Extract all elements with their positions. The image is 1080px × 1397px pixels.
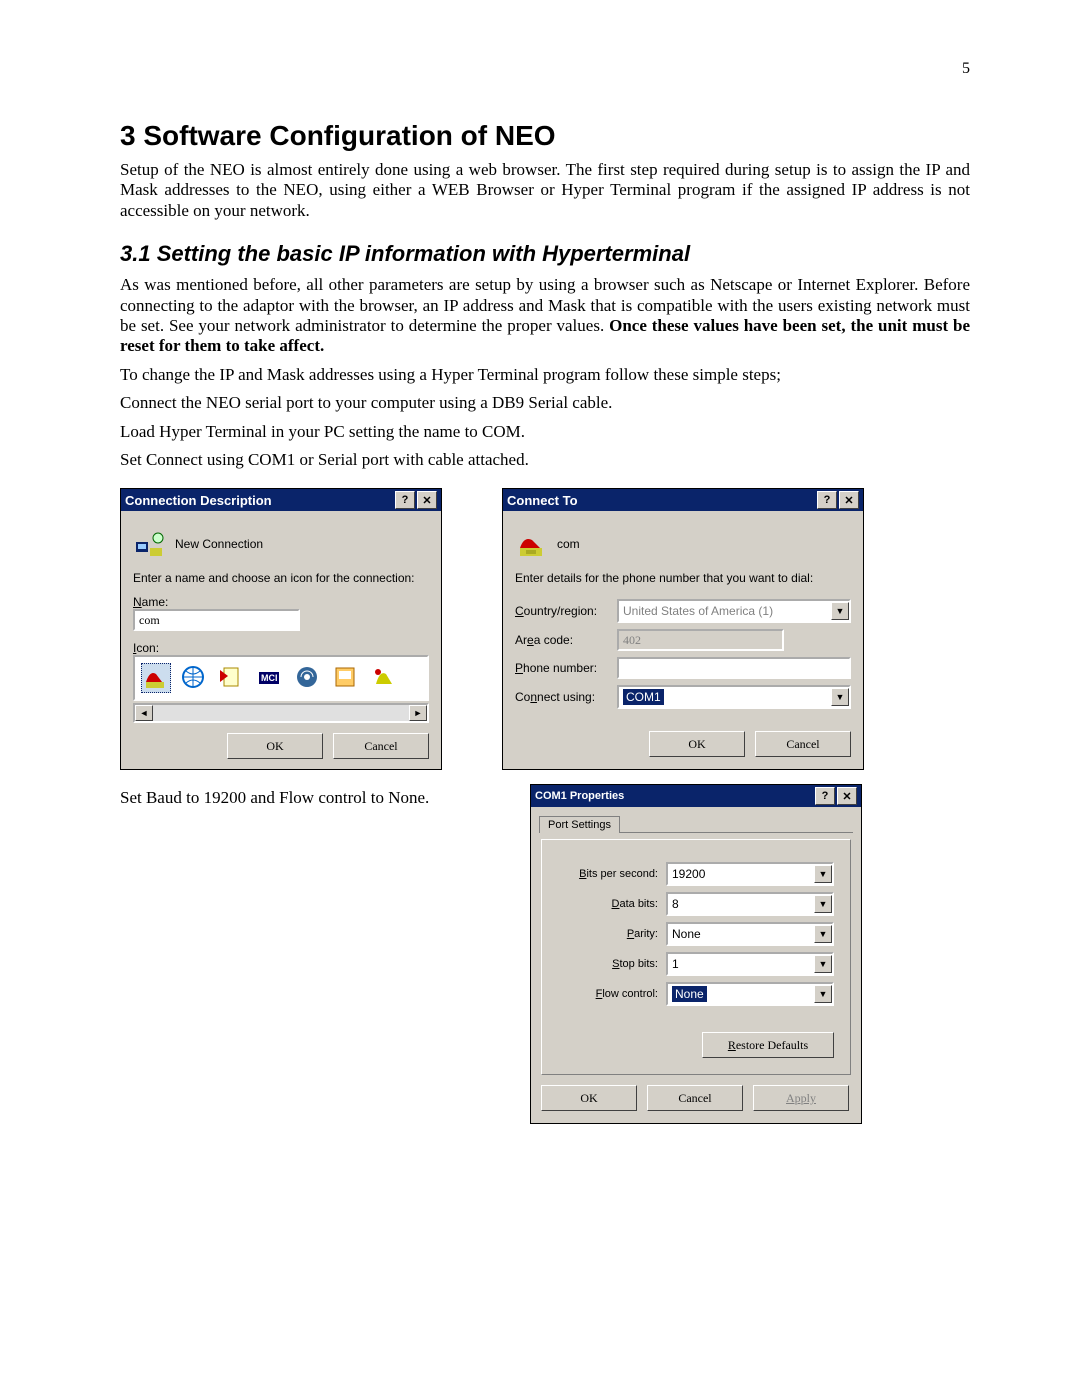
- icon-option-7[interactable]: [369, 663, 399, 693]
- icon-scrollbar[interactable]: ◄ ►: [133, 703, 429, 723]
- dialog-connect-to: Connect To ? ✕ com Enter details for the…: [502, 488, 864, 770]
- cancel-button[interactable]: Cancel: [755, 731, 851, 757]
- country-select[interactable]: United States of America (1) ▼: [617, 599, 851, 623]
- help-icon[interactable]: ?: [817, 491, 837, 509]
- stop-value: 1: [672, 957, 679, 971]
- connect-label: Connect using:: [515, 690, 609, 704]
- titlebar-title: COM1 Properties: [535, 790, 624, 802]
- chevron-down-icon[interactable]: ▼: [814, 955, 832, 973]
- phone-label: Phone number:: [515, 661, 609, 675]
- bits-value: 19200: [672, 867, 705, 881]
- connection-icon: [133, 527, 167, 561]
- parity-select[interactable]: None ▼: [666, 922, 834, 946]
- dialog-com1-properties: COM1 Properties ? ✕ Port Settings Bits p…: [530, 784, 862, 1124]
- parity-value: None: [672, 927, 701, 941]
- bits-select[interactable]: 19200 ▼: [666, 862, 834, 886]
- apply-label: Apply: [786, 1091, 816, 1106]
- step-1: To change the IP and Mask addresses usin…: [120, 365, 970, 385]
- page-number: 5: [962, 60, 970, 78]
- heading-chapter: 3 Software Configuration of NEO: [120, 120, 970, 152]
- country-label: Country/region:: [515, 604, 609, 618]
- stop-label: Stop bits:: [558, 958, 658, 970]
- parity-label: Parity:: [558, 928, 658, 940]
- icon-label: Icon:: [133, 641, 429, 655]
- data-value: 8: [672, 897, 679, 911]
- flow-value: None: [672, 986, 707, 1002]
- dialog-connection-description: Connection Description ? ✕ New Connectio…: [120, 488, 442, 770]
- flow-label: Flow control:: [558, 988, 658, 1000]
- section-paragraph: As was mentioned before, all other param…: [120, 275, 970, 357]
- chevron-down-icon[interactable]: ▼: [814, 865, 832, 883]
- svg-text:MCI: MCI: [261, 673, 278, 683]
- icon-option-1[interactable]: [141, 663, 171, 693]
- phone-input[interactable]: [617, 657, 851, 679]
- step-4: Set Connect using COM1 or Serial port wi…: [120, 450, 970, 470]
- name-input[interactable]: [133, 609, 300, 631]
- titlebar[interactable]: COM1 Properties ? ✕: [531, 785, 861, 807]
- connect-select[interactable]: COM1 ▼: [617, 685, 851, 709]
- bits-label: Bits per second:: [558, 868, 658, 880]
- icon-option-2[interactable]: [179, 663, 209, 693]
- scroll-left-icon[interactable]: ◄: [135, 705, 153, 721]
- stop-select[interactable]: 1▼: [666, 952, 834, 976]
- close-icon[interactable]: ✕: [839, 491, 859, 509]
- icon-option-4[interactable]: MCI: [255, 663, 285, 693]
- icon-list[interactable]: MCI: [133, 655, 429, 701]
- restore-defaults-button[interactable]: RRestore Defaultsestore Defaults: [702, 1032, 834, 1058]
- cancel-button[interactable]: Cancel: [333, 733, 429, 759]
- ok-button[interactable]: OK: [649, 731, 745, 757]
- area-input[interactable]: [617, 629, 784, 651]
- titlebar[interactable]: Connect To ? ✕: [503, 489, 863, 511]
- area-label: Area code:: [515, 633, 609, 647]
- close-icon[interactable]: ✕: [837, 787, 857, 805]
- dialog-subtitle: com: [557, 537, 580, 551]
- help-icon[interactable]: ?: [395, 491, 415, 509]
- phone-icon: [515, 527, 549, 561]
- step-2: Connect the NEO serial port to your comp…: [120, 393, 970, 413]
- dialog-instruction: Enter a name and choose an icon for the …: [133, 571, 429, 585]
- name-label: NName:ame:: [133, 595, 429, 609]
- ok-button[interactable]: OK: [541, 1085, 637, 1111]
- ok-button[interactable]: OK: [227, 733, 323, 759]
- step-5: Set Baud to 19200 and Flow control to No…: [120, 788, 500, 808]
- titlebar-title: Connection Description: [125, 493, 272, 508]
- icon-option-6[interactable]: [331, 663, 361, 693]
- titlebar[interactable]: Connection Description ? ✕: [121, 489, 441, 511]
- dialog-instruction: Enter details for the phone number that …: [515, 571, 851, 585]
- step-3: Load Hyper Terminal in your PC setting t…: [120, 422, 970, 442]
- flow-select[interactable]: None ▼: [666, 982, 834, 1006]
- data-label: Data bits:: [558, 898, 658, 910]
- icon-option-3[interactable]: [217, 663, 247, 693]
- apply-button[interactable]: Apply: [753, 1085, 849, 1111]
- data-select[interactable]: 8▼: [666, 892, 834, 916]
- heading-section: 3.1 Setting the basic IP information wit…: [120, 241, 970, 267]
- chevron-down-icon[interactable]: ▼: [814, 895, 832, 913]
- help-icon[interactable]: ?: [815, 787, 835, 805]
- icon-option-5[interactable]: [293, 663, 323, 693]
- intro-paragraph: Setup of the NEO is almost entirely done…: [120, 160, 970, 221]
- connect-value: COM1: [623, 689, 664, 705]
- dialog-subtitle: New Connection: [175, 537, 263, 551]
- tab-port-settings[interactable]: Port Settings: [539, 816, 620, 833]
- cancel-button[interactable]: Cancel: [647, 1085, 743, 1111]
- country-value: United States of America (1): [623, 604, 773, 618]
- chevron-down-icon[interactable]: ▼: [831, 688, 849, 706]
- scroll-right-icon[interactable]: ►: [409, 705, 427, 721]
- close-icon[interactable]: ✕: [417, 491, 437, 509]
- titlebar-title: Connect To: [507, 493, 578, 508]
- chevron-down-icon[interactable]: ▼: [814, 925, 832, 943]
- chevron-down-icon[interactable]: ▼: [814, 985, 832, 1003]
- chevron-down-icon[interactable]: ▼: [831, 602, 849, 620]
